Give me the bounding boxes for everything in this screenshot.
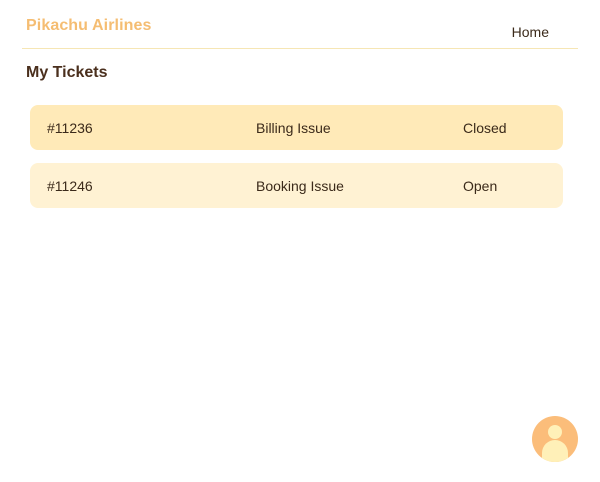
ticket-row[interactable]: #11246 Booking Issue Open xyxy=(30,163,563,208)
ticket-id: #11236 xyxy=(47,120,93,136)
ticket-subject: Billing Issue xyxy=(256,120,331,136)
ticket-subject: Booking Issue xyxy=(256,178,344,194)
ticket-id: #11246 xyxy=(47,178,93,194)
page-title: My Tickets xyxy=(26,64,108,81)
user-avatar-icon[interactable] xyxy=(532,416,578,462)
ticket-status: Closed xyxy=(463,120,507,136)
ticket-row[interactable]: #11236 Billing Issue Closed xyxy=(30,105,563,150)
nav-home-link[interactable]: Home xyxy=(512,24,549,40)
page: Pikachu Airlines Home My Tickets #11236 … xyxy=(0,0,600,482)
ticket-status: Open xyxy=(463,178,498,194)
ticket-list: #11236 Billing Issue Closed #11246 Booki… xyxy=(30,105,563,221)
avatar-head-shape xyxy=(548,425,562,439)
avatar-body-shape xyxy=(542,440,568,462)
top-navbar: Pikachu Airlines Home xyxy=(22,0,578,49)
brand-logo[interactable]: Pikachu Airlines xyxy=(26,17,152,35)
